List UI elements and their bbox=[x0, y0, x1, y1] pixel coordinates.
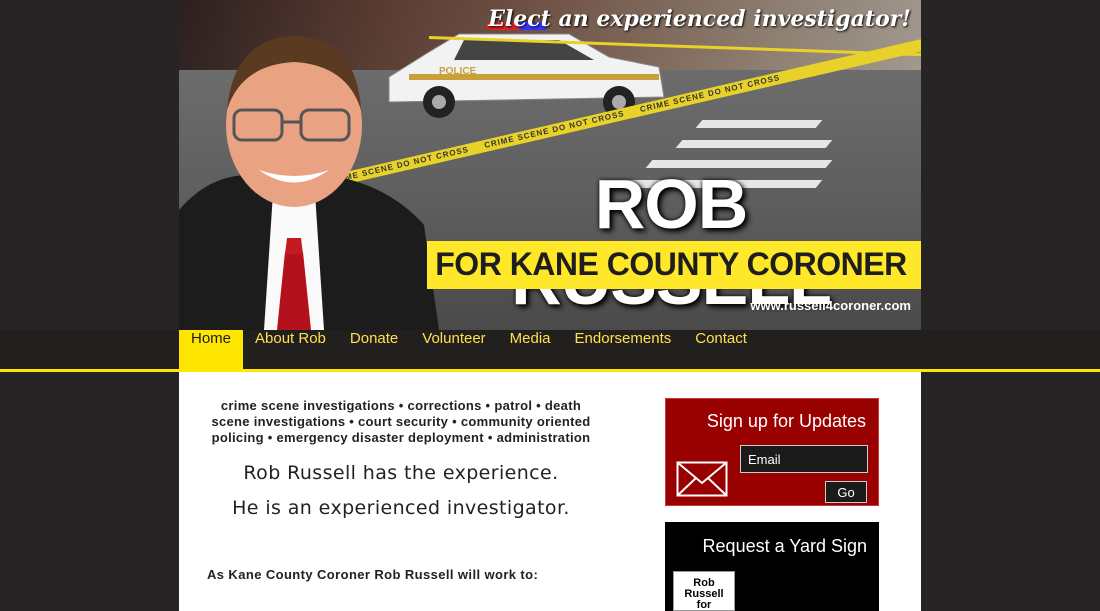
banner-slogan: Elect an experienced investigator! bbox=[488, 6, 911, 32]
yard-sign-line-2: for Coroner bbox=[683, 599, 726, 611]
candidate-photo bbox=[179, 36, 439, 330]
skills-list: crime scene investigations • corrections… bbox=[211, 398, 591, 445]
nav-item-home[interactable]: Home bbox=[179, 330, 244, 369]
nav-item-contact[interactable]: Contact bbox=[683, 330, 759, 369]
go-button[interactable]: Go bbox=[825, 481, 867, 503]
email-input[interactable] bbox=[740, 445, 868, 473]
investigator-statement: He is an experienced investigator. bbox=[232, 497, 570, 519]
yard-sign-line-1: Rob Russell bbox=[684, 577, 724, 600]
nav-item-volunteer[interactable]: Volunteer bbox=[410, 330, 497, 369]
crosswalk-stripe bbox=[695, 120, 823, 128]
main-navigation: Home About Rob Donate Volunteer Media En… bbox=[0, 330, 1100, 372]
yard-sign-image: Rob Russell for Coroner bbox=[673, 571, 735, 611]
signup-widget: Sign up for Updates Go bbox=[665, 398, 879, 506]
envelope-icon bbox=[676, 461, 728, 497]
nav-menu: Home About Rob Donate Volunteer Media En… bbox=[179, 330, 759, 369]
office-title: FOR KANE COUNTY CORONER bbox=[435, 246, 907, 282]
nav-item-media[interactable]: Media bbox=[498, 330, 563, 369]
nav-item-donate[interactable]: Donate bbox=[338, 330, 410, 369]
yard-sign-widget[interactable]: Request a Yard Sign Rob Russell for Coro… bbox=[665, 522, 879, 611]
nav-item-about-rob[interactable]: About Rob bbox=[243, 330, 338, 369]
crosswalk-stripe bbox=[675, 140, 833, 148]
experience-statement: Rob Russell has the experience. bbox=[243, 462, 559, 484]
website-url: www.russell4coroner.com bbox=[750, 298, 911, 313]
nav-item-endorsements[interactable]: Endorsements bbox=[563, 330, 684, 369]
signup-title: Sign up for Updates bbox=[706, 411, 866, 431]
work-intro-heading: As Kane County Coroner Rob Russell will … bbox=[207, 567, 539, 582]
header-banner: POLICE CRIME SCENE DO NOT CROSS CRIME SC… bbox=[179, 0, 921, 330]
yard-sign-title[interactable]: Request a Yard Sign bbox=[703, 536, 867, 557]
svg-text:POLICE: POLICE bbox=[439, 66, 477, 77]
main-column: crime scene investigations • corrections… bbox=[201, 398, 601, 582]
page-content: crime scene investigations • corrections… bbox=[179, 372, 921, 611]
